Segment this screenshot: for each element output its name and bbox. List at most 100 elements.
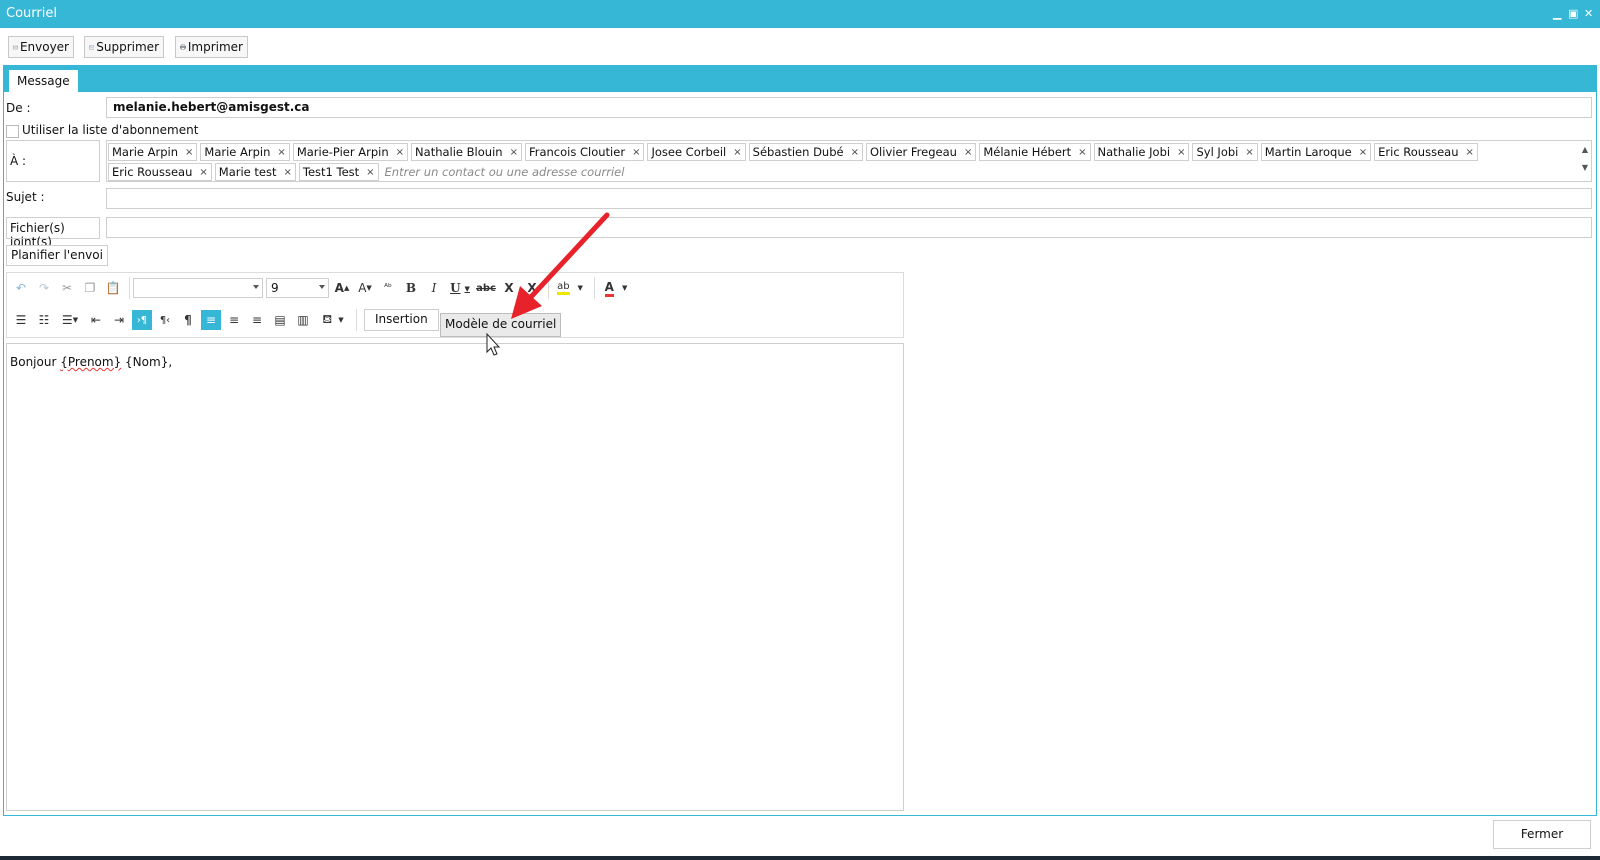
tab-message[interactable]: Message: [8, 69, 79, 92]
recipient-chip[interactable]: Olivier Fregeau ×: [866, 143, 977, 161]
numbering-icon[interactable]: ☷: [34, 310, 54, 330]
change-case-icon[interactable]: ᴬᵇ: [378, 278, 398, 298]
remove-recipient-icon[interactable]: ×: [1177, 147, 1185, 158]
bold-icon[interactable]: B: [401, 278, 421, 298]
remove-recipient-icon[interactable]: ×: [510, 147, 518, 158]
remove-recipient-icon[interactable]: ×: [185, 147, 193, 158]
insertion-button[interactable]: Insertion: [364, 309, 439, 331]
delete-button[interactable]: Supprimer: [84, 36, 164, 58]
subject-label: Sujet :: [6, 190, 45, 204]
decrease-indent-icon[interactable]: ⇤: [86, 310, 106, 330]
chevron-down-icon: [319, 285, 325, 289]
remove-recipient-icon[interactable]: ×: [1359, 147, 1367, 158]
envelope-icon: [13, 45, 18, 49]
subscript-icon[interactable]: X: [522, 278, 542, 298]
remove-recipient-icon[interactable]: ×: [277, 147, 285, 158]
align-right-icon[interactable]: ≡: [247, 310, 267, 330]
recipient-chip[interactable]: Josee Corbeil ×: [647, 143, 746, 161]
subscription-checkbox[interactable]: [6, 125, 19, 138]
rtl-icon[interactable]: ¶‹: [155, 310, 175, 330]
print-button[interactable]: Imprimer: [175, 36, 248, 58]
shading-icon[interactable]: ⛾ ▼: [316, 310, 350, 330]
copy-icon[interactable]: ❐: [80, 278, 100, 298]
recipient-chip[interactable]: Marie-Pier Arpin ×: [292, 143, 409, 161]
justify-icon[interactable]: ▤: [270, 310, 290, 330]
recipient-chip[interactable]: Marie test ×: [214, 163, 296, 181]
font-color-icon[interactable]: A ▼: [598, 278, 634, 298]
recipient-chip[interactable]: Francois Cloutier ×: [524, 143, 645, 161]
recipient-chip[interactable]: Martin Laroque ×: [1260, 143, 1372, 161]
recipient-chip[interactable]: Eric Rousseau ×: [1374, 143, 1478, 161]
remove-recipient-icon[interactable]: ×: [632, 147, 640, 158]
close-button[interactable]: Fermer: [1493, 820, 1591, 849]
scroll-down-icon[interactable]: ▼: [1582, 161, 1588, 175]
print-label: Imprimer: [187, 40, 243, 54]
underline-icon[interactable]: U ▼: [447, 278, 473, 298]
recipient-chip[interactable]: Mélanie Hébert ×: [979, 143, 1091, 161]
multilevel-list-icon[interactable]: ☰ ▼: [57, 310, 83, 330]
recipient-chip[interactable]: Sébastien Dubé ×: [748, 143, 863, 161]
minimize-icon[interactable]: ▁: [1553, 7, 1561, 21]
tab-strip: Message: [3, 65, 1597, 92]
undo-icon[interactable]: ↶: [11, 278, 31, 298]
close-icon[interactable]: ✕: [1584, 7, 1593, 21]
line-spacing-icon[interactable]: ▥: [293, 310, 313, 330]
highlight-icon[interactable]: ab ▼: [552, 278, 588, 298]
greeting-text: Bonjour: [10, 355, 57, 369]
grow-font-icon[interactable]: A ▲: [332, 278, 352, 298]
paste-icon[interactable]: 📋: [103, 278, 123, 298]
send-button[interactable]: Envoyer: [8, 36, 74, 58]
remove-recipient-icon[interactable]: ×: [283, 167, 291, 178]
recipient-chip[interactable]: Nathalie Blouin ×: [411, 143, 522, 161]
recipient-name: Syl Jobi: [1196, 145, 1239, 159]
email-template-button[interactable]: Modèle de courriel: [440, 313, 562, 337]
font-size-value: 9: [271, 281, 279, 295]
attachments-button[interactable]: Fichier(s) joint(s): [6, 217, 100, 249]
remove-recipient-icon[interactable]: ×: [1245, 147, 1253, 158]
remove-recipient-icon[interactable]: ×: [199, 167, 207, 178]
increase-indent-icon[interactable]: ⇥: [109, 310, 129, 330]
recipient-name: Mélanie Hébert: [983, 145, 1072, 159]
align-left-icon[interactable]: ≡: [201, 310, 221, 330]
recipient-chip[interactable]: Marie Arpin ×: [200, 143, 290, 161]
ltr-icon[interactable]: ›¶: [132, 310, 152, 330]
font-size-combo[interactable]: 9: [266, 278, 329, 298]
recipient-chip[interactable]: Syl Jobi ×: [1192, 143, 1258, 161]
remove-recipient-icon[interactable]: ×: [964, 147, 972, 158]
strikethrough-icon[interactable]: abc: [476, 278, 496, 298]
nom-field: {Nom},: [125, 355, 173, 369]
clear-format-icon[interactable]: X: [499, 278, 519, 298]
align-center-icon[interactable]: ≡: [224, 310, 244, 330]
recipient-input[interactable]: Entrer un contact ou une adresse courrie…: [385, 163, 625, 181]
remove-recipient-icon[interactable]: ×: [851, 147, 859, 158]
separator: [356, 309, 357, 331]
bullets-icon[interactable]: ☰: [11, 310, 31, 330]
maximize-icon[interactable]: ▣: [1568, 7, 1578, 21]
scroll-up-icon[interactable]: ▲: [1582, 143, 1588, 157]
show-marks-icon[interactable]: ¶: [178, 310, 198, 330]
shrink-font-icon[interactable]: A ▼: [355, 278, 375, 298]
to-label-box[interactable]: À :: [6, 140, 100, 182]
italic-icon[interactable]: I: [424, 278, 444, 298]
redo-icon[interactable]: ↷: [34, 278, 54, 298]
recipient-chip[interactable]: Eric Rousseau ×: [108, 163, 212, 181]
recipient-name: Martin Laroque: [1264, 145, 1352, 159]
attachments-input[interactable]: [106, 217, 1592, 238]
remove-recipient-icon[interactable]: ×: [396, 147, 404, 158]
prenom-field: {Prenom}: [60, 355, 122, 369]
remove-recipient-icon[interactable]: ×: [366, 167, 374, 178]
schedule-send-button[interactable]: Planifier l'envoi: [6, 245, 108, 266]
cut-icon[interactable]: ✂: [57, 278, 77, 298]
subject-input[interactable]: [106, 188, 1592, 209]
recipient-chip[interactable]: Nathalie Jobi ×: [1093, 143, 1190, 161]
remove-recipient-icon[interactable]: ×: [733, 147, 741, 158]
recipients-scrollbar[interactable]: ▲ ▼: [1582, 143, 1588, 175]
recipient-chip[interactable]: Marie Arpin ×: [108, 143, 198, 161]
recipient-chip[interactable]: Test1 Test ×: [298, 163, 379, 181]
remove-recipient-icon[interactable]: ×: [1078, 147, 1086, 158]
message-editor[interactable]: Bonjour {Prenom} {Nom},: [6, 343, 904, 811]
font-name-combo[interactable]: [133, 278, 263, 298]
recipients-field[interactable]: Marie Arpin × Marie Arpin × Marie-Pier Arpin…: [106, 140, 1592, 182]
from-field[interactable]: melanie.hebert@amisgest.ca: [106, 97, 1592, 118]
remove-recipient-icon[interactable]: ×: [1466, 147, 1474, 158]
